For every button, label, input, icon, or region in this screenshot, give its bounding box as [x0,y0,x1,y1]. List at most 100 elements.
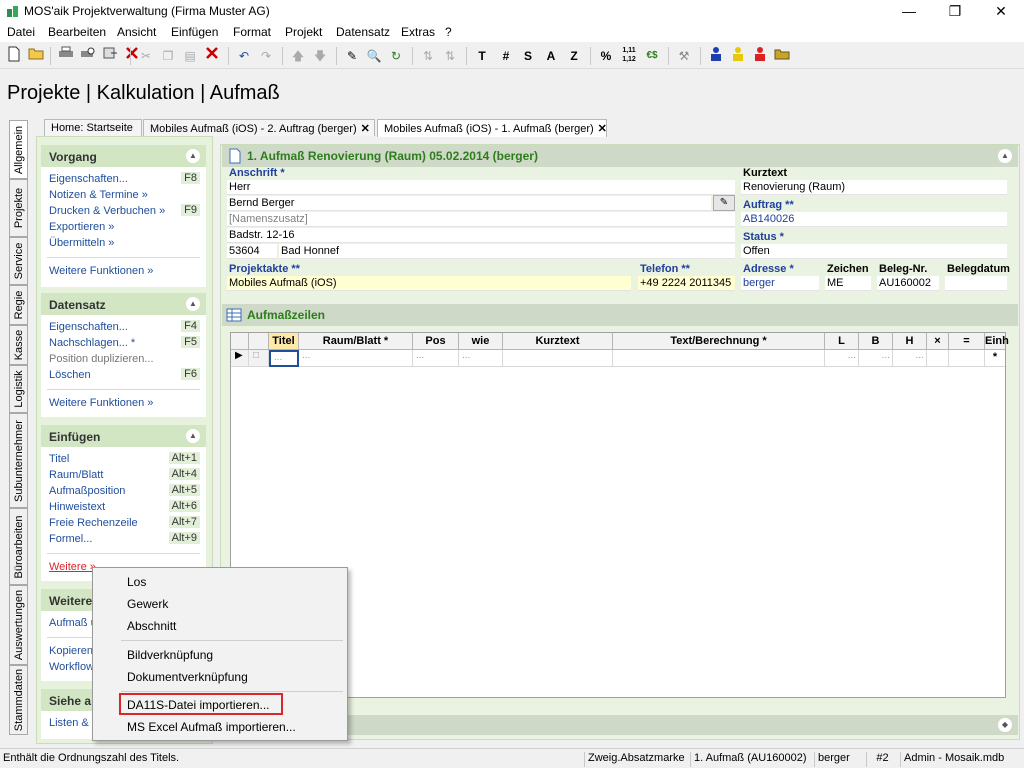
name-field[interactable]: Bernd Berger [227,196,711,211]
menu-item-bildverknuepfung[interactable]: Bildverknüpfung [127,648,213,662]
collapse-chevron-icon[interactable]: ▲ [186,429,200,443]
col-equals[interactable]: = [949,333,985,350]
undo-icon[interactable]: ↶ [234,46,254,66]
col-kurztext[interactable]: Kurztext [503,333,613,350]
col-pos[interactable]: Pos [413,333,459,350]
strasse-field[interactable]: Badstr. 12-16 [227,228,735,243]
vtab-projekte[interactable]: Projekte [9,179,28,237]
menu-item-los[interactable]: Los [127,575,146,589]
einfuegen-weitere-link[interactable]: Weitere » [49,561,96,573]
menu-einfuegen[interactable]: Einfügen [171,25,218,39]
belegdatum-field[interactable] [945,276,1007,291]
cell-kurztext[interactable] [503,350,613,367]
einfuegen-titel[interactable]: Titel [49,453,69,465]
collapse-chevron-icon[interactable]: ▲ [186,149,200,163]
col-b[interactable]: B [859,333,893,350]
close-tab-icon[interactable]: ✕ [598,123,607,135]
col-l[interactable]: L [825,333,859,350]
find-icon[interactable]: 🔍 [364,46,384,66]
user-blue-icon[interactable] [706,46,726,66]
cell-l[interactable]: ... [825,350,859,367]
cell-raum-blatt[interactable]: ... [299,350,413,367]
menu-item-excel-import[interactable]: MS Excel Aufmaß importieren... [127,720,296,734]
paste-icon[interactable]: ▤ [180,46,200,66]
vtab-service[interactable]: Service [9,237,28,285]
einfuegen-formel[interactable]: Formel... [49,533,92,545]
vorgang-uebermitteln[interactable]: Übermitteln » [49,237,114,249]
sort-ascending-icon[interactable]: ⇅ [418,46,438,66]
tab-auftrag[interactable]: Mobiles Aufmaß (iOS) - 2. Auftrag (berge… [143,119,375,136]
datensatz-weitere-funktionen[interactable]: Weitere Funktionen » [49,397,153,409]
vorgang-exportieren[interactable]: Exportieren » [49,221,114,233]
group-datensatz-header[interactable]: Datensatz ▲ [41,293,206,315]
weitere-aufmass[interactable]: Aufmaß ü [49,617,97,629]
vorgang-eigenschaften[interactable]: Eigenschaften... [49,173,128,185]
delete-record-icon[interactable] [202,46,222,66]
copy-icon[interactable]: ❐ [158,46,178,66]
close-tab-icon[interactable]: ✕ [361,123,370,135]
ort-field[interactable]: Bad Honnef [279,244,735,259]
group-einfuegen-header[interactable]: Einfügen ▲ [41,425,206,447]
menu-datei[interactable]: Datei [7,25,35,39]
vtab-subunternehmer[interactable]: Subunternehmer [9,413,28,508]
einfuegen-aufmassposition[interactable]: Aufmaßposition [49,485,125,497]
user-red-icon[interactable] [750,46,770,66]
cut-icon[interactable]: ✂ [136,46,156,66]
redo-icon[interactable]: ↷ [256,46,276,66]
maximize-button[interactable]: ❐ [932,0,978,22]
menu-bearbeiten[interactable]: Bearbeiten [48,25,106,39]
insert-s-button[interactable]: S [518,46,538,66]
menu-datensatz[interactable]: Datensatz [336,25,390,39]
menu-format[interactable]: Format [233,25,271,39]
weitere-workflow[interactable]: Workflow [49,661,94,673]
menu-ansicht[interactable]: Ansicht [117,25,156,39]
currency-button[interactable]: €$ [642,46,662,66]
vtab-logistik[interactable]: Logistik [9,365,28,413]
vtab-stammdaten[interactable]: Stammdaten [9,665,28,735]
einfuegen-freie-rechenzeile[interactable]: Freie Rechenzeile [49,517,138,529]
percent-button[interactable]: % [596,46,616,66]
namenszusatz-field[interactable]: [Namenszusatz] [227,212,735,227]
datensatz-loeschen[interactable]: Löschen [49,369,91,381]
col-raum-blatt[interactable]: Raum/Blatt * [299,333,413,350]
cell-multiply[interactable] [927,350,949,367]
move-up-icon[interactable]: 🡅 [288,46,308,66]
new-document-icon[interactable] [4,46,24,66]
insert-a-button[interactable]: A [541,46,561,66]
vtab-kasse[interactable]: Kasse [9,325,28,365]
tab-home[interactable]: Home: Startseite [44,119,142,136]
einfuegen-hinweistext[interactable]: Hinweistext [49,501,105,513]
collapse-chevron-icon[interactable]: ▲ [998,149,1012,163]
menu-item-da11s-import[interactable]: DA11S-Datei importieren... [127,698,270,712]
vorgang-drucken[interactable]: Drucken & Verbuchen » [49,205,165,217]
vtab-bueroarbeiten[interactable]: Büroarbeiten [9,508,28,585]
auftrag-field[interactable]: AB140026 [741,212,1007,227]
vorgang-notizen[interactable]: Notizen & Termine » [49,189,148,201]
anrede-field[interactable]: Herr [227,180,735,195]
cell-h[interactable]: ... [893,350,927,367]
cell-equals[interactable] [949,350,985,367]
menu-item-abschnitt[interactable]: Abschnitt [127,619,176,633]
group-vorgang-header[interactable]: Vorgang ▲ [41,145,206,167]
user-folder-icon[interactable] [772,46,792,66]
menu-item-gewerk[interactable]: Gewerk [127,597,168,611]
cell-text-berechnung[interactable] [613,350,825,367]
menu-projekt[interactable]: Projekt [285,25,322,39]
adresse-field[interactable]: berger [741,276,819,291]
row-selector-arrow-icon[interactable]: ▶ [231,350,249,367]
datensatz-eigenschaften[interactable]: Eigenschaften... [49,321,128,333]
print-icon[interactable] [56,46,76,66]
col-h[interactable]: H [893,333,927,350]
zeichen-field[interactable]: ME [825,276,871,291]
expand-chevron-icon[interactable]: ◆ [998,718,1012,732]
col-wie[interactable]: wie [459,333,503,350]
vtab-auswertungen[interactable]: Auswertungen [9,585,28,665]
print-preview-icon[interactable] [78,46,98,66]
vorgang-weitere-funktionen[interactable]: Weitere Funktionen » [49,265,153,277]
insert-number-button[interactable]: # [496,46,516,66]
cell-b[interactable]: ... [859,350,893,367]
export-icon[interactable] [100,46,120,66]
datensatz-nachschlagen[interactable]: Nachschlagen... * [49,337,135,349]
kurztext-field[interactable]: Renovierung (Raum) [741,180,1007,195]
telefon-field[interactable]: +49 2224 2011345 [638,276,735,291]
